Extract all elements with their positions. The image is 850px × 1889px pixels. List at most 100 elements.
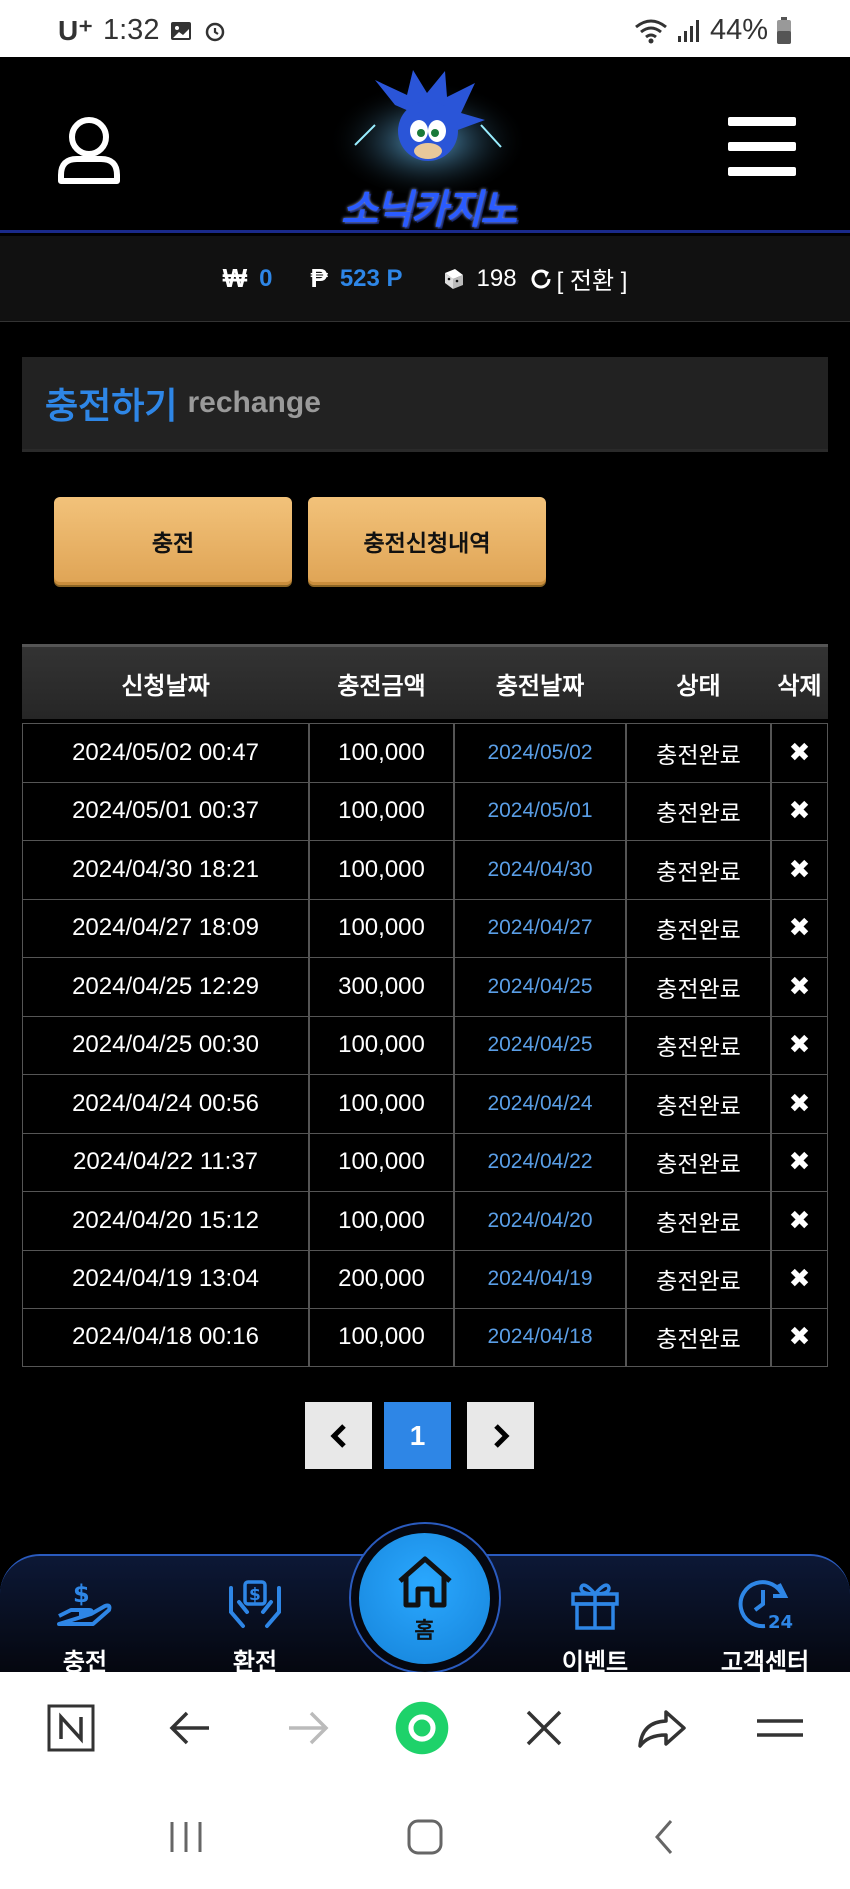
cell-amount: 100,000	[309, 724, 454, 782]
browser-close-button[interactable]	[516, 1700, 572, 1756]
cell-status: 충전완료	[626, 724, 771, 782]
browser-menu-button[interactable]	[752, 1700, 808, 1756]
site-header: 소닉카지노	[0, 57, 850, 233]
naver-n-icon	[47, 1704, 95, 1752]
nav-event[interactable]: 이벤트	[535, 1576, 655, 1677]
close-icon: ✖	[788, 913, 811, 944]
cell-amount: 100,000	[309, 1016, 454, 1074]
close-icon: ✖	[788, 796, 811, 827]
table-row: 2024/04/22 11:37 100,000 2024/04/22 충전완료 ✖	[22, 1132, 828, 1191]
balance-bar: ₩ 0 ₱ 523 P 198 [ 전환 ]	[0, 236, 850, 322]
page: U⁺ 1:32 44% 소닉카지노 ₩ 0 ₱ 523 P 198 [전환]…	[0, 0, 850, 1889]
cell-request-date: 2024/04/19 13:04	[22, 1250, 309, 1308]
naver-home-button[interactable]	[43, 1700, 99, 1756]
chevron-right-icon	[493, 1423, 510, 1448]
cell-charge-date: 2024/04/25	[454, 1016, 626, 1074]
cell-amount: 100,000	[309, 782, 454, 840]
close-icon: ✖	[788, 1264, 811, 1295]
home-icon	[397, 1556, 452, 1607]
browser-back-button[interactable]	[162, 1700, 218, 1756]
cell-status: 충전완료	[626, 958, 771, 1016]
status-bar: U⁺ 1:32 44%	[0, 0, 850, 57]
cell-charge-date: 2024/05/01	[454, 782, 626, 840]
nav-deposit[interactable]: $ 충전	[25, 1576, 145, 1677]
nav-support[interactable]: 24 고객센터	[705, 1576, 825, 1677]
cell-amount: 100,000	[309, 1133, 454, 1191]
delete-button[interactable]: ✖	[771, 1075, 828, 1133]
cell-status: 충전완료	[626, 1133, 771, 1191]
alarm-icon	[206, 22, 225, 41]
delete-button[interactable]: ✖	[771, 724, 828, 782]
browser-toolbar	[0, 1672, 850, 1785]
cell-charge-date: 2024/04/18	[454, 1309, 626, 1366]
cell-amount: 100,000	[309, 1075, 454, 1133]
close-icon: ✖	[788, 737, 811, 768]
delete-button[interactable]: ✖	[771, 841, 828, 899]
cell-request-date: 2024/05/02 00:47	[22, 724, 309, 782]
logo-text: 소닉카지노	[341, 187, 517, 233]
chevron-back-icon	[655, 1820, 673, 1854]
delete-button[interactable]: ✖	[771, 899, 828, 957]
site-logo[interactable]: 소닉카지노	[315, 65, 541, 233]
cell-amount: 100,000	[309, 899, 454, 957]
recent-apps-button[interactable]	[161, 1815, 211, 1859]
close-icon	[526, 1710, 562, 1746]
next-page-button[interactable]	[467, 1402, 534, 1469]
browser-green-dot-button[interactable]	[394, 1700, 450, 1756]
browser-forward-button[interactable]	[280, 1700, 336, 1756]
table-row: 2024/05/01 00:37 100,000 2024/05/01 충전완료 ✖	[22, 781, 828, 840]
delete-button[interactable]: ✖	[771, 1192, 828, 1250]
table-row: 2024/04/25 12:29 300,000 2024/04/25 충전완료 ✖	[22, 957, 828, 1016]
hand-money-icon: $	[57, 1580, 112, 1626]
nav-home-button[interactable]: 홈	[359, 1533, 490, 1664]
back-system-button[interactable]	[639, 1815, 689, 1859]
cell-request-date: 2024/04/30 18:21	[22, 841, 309, 899]
user-account-button[interactable]	[56, 115, 122, 185]
convert-button[interactable]: [ 전환 ]	[529, 261, 627, 296]
hamburger-menu-button[interactable]	[728, 117, 796, 176]
tab-charge[interactable]: 충전	[54, 497, 292, 585]
nav-withdraw[interactable]: $ 환전	[195, 1576, 315, 1677]
table-row: 2024/04/27 18:09 100,000 2024/04/27 충전완료 ✖	[22, 898, 828, 957]
close-icon: ✖	[788, 971, 811, 1002]
delete-button[interactable]: ✖	[771, 1309, 828, 1366]
page-number-current[interactable]: 1	[384, 1402, 451, 1469]
delete-button[interactable]: ✖	[771, 1250, 828, 1308]
table-body: 2024/05/02 00:47 100,000 2024/05/02 충전완료 ✖ 20…	[22, 723, 828, 1367]
column-header-delete: 삭제	[777, 671, 822, 700]
share-icon	[638, 1710, 686, 1748]
cell-status: 충전완료	[626, 899, 771, 957]
close-icon: ✖	[788, 1030, 811, 1061]
delete-button[interactable]: ✖	[771, 958, 828, 1016]
column-header-request-date: 신청날짜	[121, 671, 210, 700]
table-row: 2024/04/30 18:21 100,000 2024/04/30 충전완료 ✖	[22, 840, 828, 899]
cell-amount: 100,000	[309, 1309, 454, 1366]
hands-dollar-icon: $	[229, 1580, 281, 1628]
previous-page-button[interactable]	[305, 1402, 372, 1469]
cell-charge-date: 2024/04/27	[454, 899, 626, 957]
cell-amount: 100,000	[309, 1192, 454, 1250]
table-row: 2024/04/25 00:30 100,000 2024/04/25 충전완료 ✖	[22, 1015, 828, 1074]
chip-count: 198	[476, 264, 517, 292]
delete-button[interactable]: ✖	[771, 1133, 828, 1191]
logo-mascot-icon	[328, 70, 528, 195]
svg-text:24: 24	[768, 1612, 793, 1632]
wifi-icon	[635, 19, 667, 43]
cell-status: 충전완료	[626, 1016, 771, 1074]
cell-status: 충전완료	[626, 1250, 771, 1308]
tab-charge-history[interactable]: 충전신청내역	[308, 497, 546, 585]
cell-charge-date: 2024/05/02	[454, 724, 626, 782]
delete-button[interactable]: ✖	[771, 782, 828, 840]
browser-share-button[interactable]	[634, 1700, 690, 1756]
cell-request-date: 2024/04/25 00:30	[22, 1016, 309, 1074]
won-balance: 0	[259, 264, 273, 292]
cell-charge-date: 2024/04/30	[454, 841, 626, 899]
column-header-status: 상태	[676, 671, 721, 700]
chevron-left-icon	[329, 1423, 346, 1448]
table-row: 2024/04/19 13:04 200,000 2024/04/19 충전완료 ✖	[22, 1249, 828, 1308]
delete-button[interactable]: ✖	[771, 1016, 828, 1074]
user-icon	[58, 117, 120, 184]
table-row: 2024/04/20 15:12 100,000 2024/04/20 충전완료 ✖	[22, 1191, 828, 1250]
refresh-icon	[531, 269, 551, 288]
home-system-button[interactable]	[400, 1815, 450, 1859]
